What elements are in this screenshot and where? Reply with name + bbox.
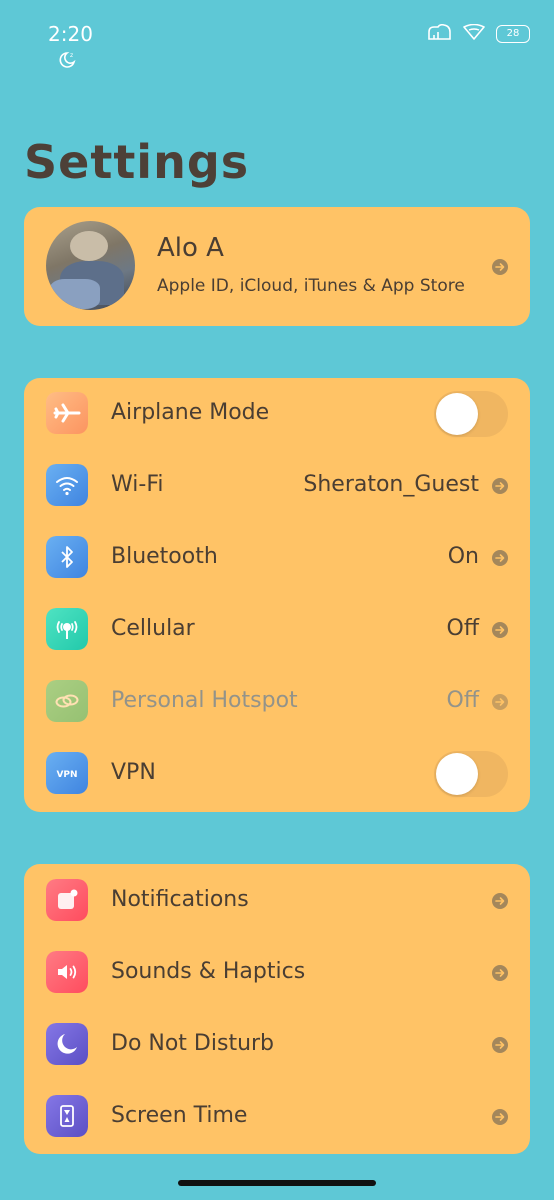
row-label: Wi-Fi (111, 472, 164, 497)
airplane-icon (46, 392, 88, 434)
bluetooth-value: On (447, 544, 479, 569)
settings-row-do-not-disturb[interactable]: Do Not Disturb (24, 1009, 530, 1081)
chevron-right-icon (492, 259, 508, 275)
chevron-right-icon (492, 694, 508, 710)
cellular-value: Off (446, 616, 479, 641)
status-icons: 28 (426, 23, 530, 44)
chevron-right-icon (492, 893, 508, 909)
avatar (46, 221, 135, 310)
row-label: Cellular (111, 616, 195, 641)
row-label: Screen Time (111, 1103, 248, 1128)
profile-card[interactable]: Alo A Apple ID, iCloud, iTunes & App Sto… (24, 207, 530, 326)
status-time: 2:20 (48, 22, 93, 46)
notifications-icon (46, 879, 88, 921)
wifi-icon (46, 464, 88, 506)
settings-row-personal-hotspot[interactable]: Personal Hotspot Off (24, 666, 530, 738)
chevron-right-icon (492, 965, 508, 981)
sound-icon (46, 951, 88, 993)
settings-row-vpn: VPN VPN (24, 738, 530, 810)
profile-name: Alo A (157, 233, 224, 263)
row-label: VPN (111, 760, 156, 785)
settings-row-screen-time[interactable]: Screen Time (24, 1081, 530, 1153)
settings-row-wifi[interactable]: Wi-Fi Sheraton_Guest (24, 450, 530, 522)
profile-subtitle: Apple ID, iCloud, iTunes & App Store (157, 276, 465, 296)
chevron-right-icon (492, 622, 508, 638)
battery-indicator: 28 (496, 25, 530, 43)
wifi-network-value: Sheraton_Guest (303, 472, 479, 497)
settings-row-airplane-mode: Airplane Mode (24, 378, 530, 450)
page-title: Settings (24, 135, 250, 189)
row-label: Sounds & Haptics (111, 959, 306, 984)
row-label: Bluetooth (111, 544, 218, 569)
settings-row-sounds-haptics[interactable]: Sounds & Haptics (24, 937, 530, 1009)
row-label: Airplane Mode (111, 400, 270, 425)
row-label: Notifications (111, 887, 249, 912)
hourglass-icon (46, 1095, 88, 1137)
settings-row-cellular[interactable]: Cellular Off (24, 594, 530, 666)
svg-text:z: z (70, 52, 73, 59)
wifi-status-icon (462, 23, 486, 44)
cellular-icon (46, 608, 88, 650)
airplane-mode-toggle[interactable] (434, 391, 508, 437)
notifications-settings-card: Notifications Sounds & Haptics Do Not Di… (24, 864, 530, 1154)
status-bar: 2:20 z 28 (0, 0, 554, 70)
settings-row-bluetooth[interactable]: Bluetooth On (24, 522, 530, 594)
network-settings-card: Airplane Mode Wi-Fi Sheraton_Guest Bluet… (24, 378, 530, 812)
moon-icon (46, 1023, 88, 1065)
moon-status-icon: z (58, 50, 78, 68)
vpn-toggle[interactable] (434, 751, 508, 797)
bluetooth-icon (46, 536, 88, 578)
chevron-right-icon (492, 1109, 508, 1125)
vpn-icon: VPN (46, 752, 88, 794)
chevron-right-icon (492, 550, 508, 566)
hotspot-value: Off (446, 688, 479, 713)
signal-icon (426, 23, 452, 44)
row-label: Do Not Disturb (111, 1031, 275, 1056)
vpn-icon-text: VPN (56, 770, 77, 780)
hotspot-icon (46, 680, 88, 722)
chevron-right-icon (492, 478, 508, 494)
row-label: Personal Hotspot (111, 688, 298, 713)
settings-row-notifications[interactable]: Notifications (24, 865, 530, 937)
chevron-right-icon (492, 1037, 508, 1053)
home-indicator[interactable] (178, 1180, 376, 1186)
